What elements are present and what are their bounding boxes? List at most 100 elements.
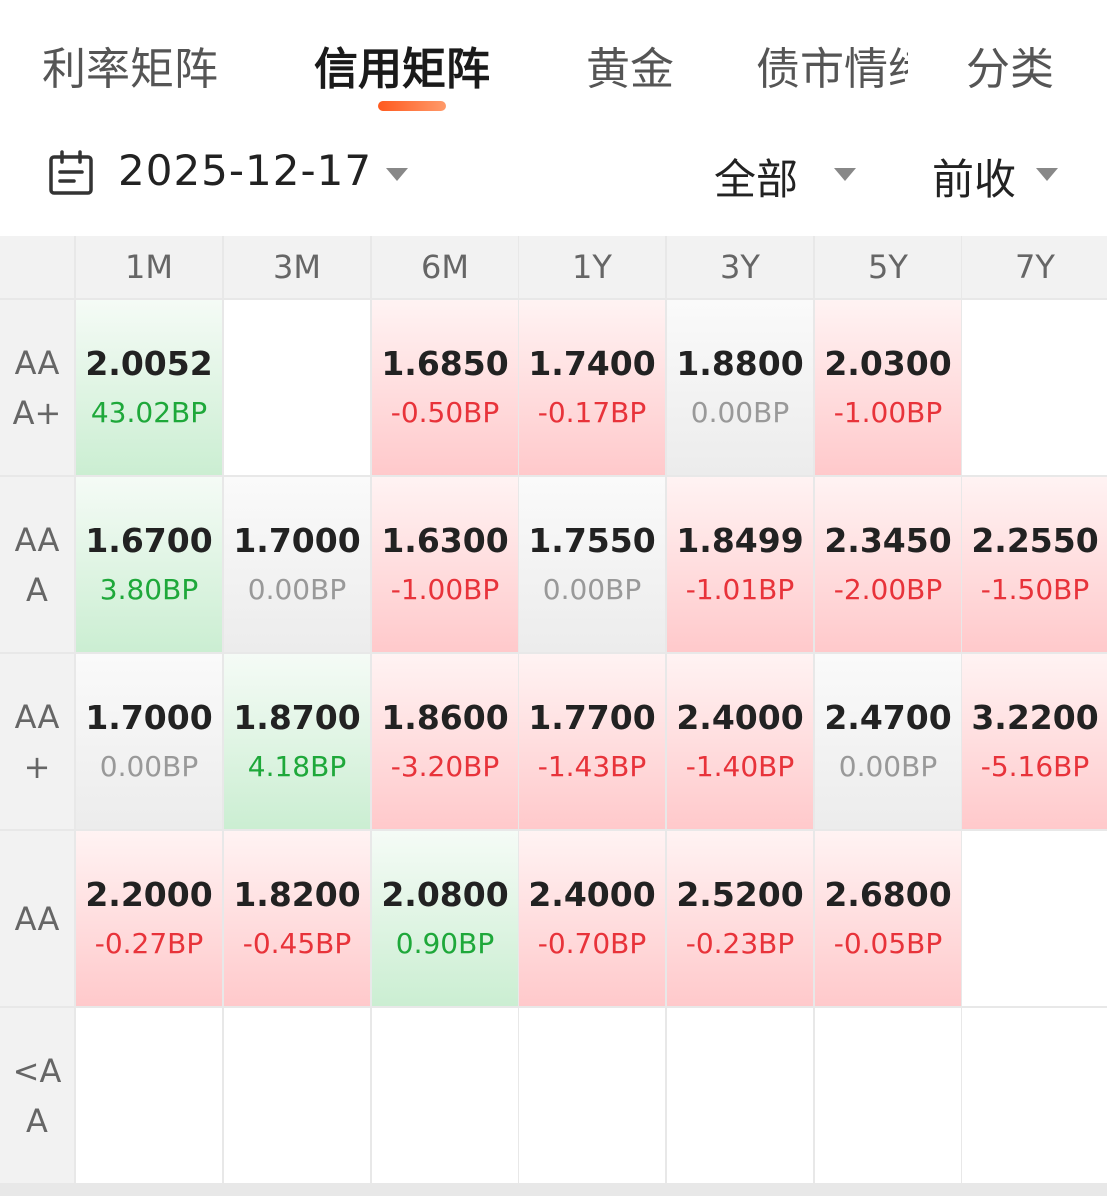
- yield-value: 2.5200: [676, 875, 804, 914]
- yield-change: -1.01BP: [685, 573, 795, 606]
- yield-change: -5.16BP: [980, 750, 1090, 783]
- matrix-cell-empty: [962, 300, 1107, 475]
- yield-value: 1.8499: [676, 521, 804, 560]
- scope-selector[interactable]: 全部: [714, 146, 798, 207]
- yield-value: 2.4000: [676, 698, 804, 737]
- yield-change: 43.02BP: [90, 396, 208, 429]
- matrix-cell-empty: [224, 300, 370, 475]
- compare-selector[interactable]: 前收: [932, 146, 1016, 207]
- compare-dropdown-caret-icon[interactable]: [1036, 168, 1058, 181]
- row-label: <AA: [0, 1008, 74, 1183]
- matrix-cell-empty: [815, 1008, 961, 1183]
- yield-change: -1.00BP: [833, 396, 943, 429]
- tab-credit-matrix[interactable]: 信用矩阵: [314, 40, 514, 100]
- yield-value: 1.7700: [528, 698, 656, 737]
- yield-value: 2.0800: [381, 875, 509, 914]
- matrix-cell[interactable]: 1.6850 -0.50BP: [372, 300, 518, 475]
- yield-change: 3.80BP: [99, 573, 199, 606]
- date-dropdown-caret-icon[interactable]: [386, 168, 408, 181]
- yield-change: -1.50BP: [980, 573, 1090, 606]
- yield-change: 0.00BP: [838, 750, 938, 783]
- yield-value: 1.8700: [233, 698, 361, 737]
- yield-change: -3.20BP: [390, 750, 500, 783]
- yield-change: -0.70BP: [537, 927, 647, 960]
- yield-value: 1.8600: [381, 698, 509, 737]
- column-header-5y: 5Y: [815, 236, 961, 298]
- tab-bar: 利率矩阵 信用矩阵 黄金 债市情绪 分类: [0, 0, 1107, 120]
- matrix-cell[interactable]: 1.7000 0.00BP: [224, 477, 370, 652]
- column-header-1y: 1Y: [519, 236, 665, 298]
- yield-value: 2.2000: [85, 875, 213, 914]
- row-label: AA: [0, 831, 74, 1006]
- matrix-cell[interactable]: 1.8600 -3.20BP: [372, 654, 518, 829]
- tab-category[interactable]: 分类: [966, 40, 1066, 100]
- matrix-cell-empty: [224, 1008, 370, 1183]
- matrix-cell-empty: [962, 1008, 1107, 1183]
- matrix-cell[interactable]: 2.0800 0.90BP: [372, 831, 518, 1006]
- matrix-cell[interactable]: 2.5200 -0.23BP: [667, 831, 813, 1006]
- matrix-cell-empty: [372, 1008, 518, 1183]
- matrix-cell[interactable]: 2.0052 43.02BP: [76, 300, 222, 475]
- yield-value: 1.7000: [233, 521, 361, 560]
- matrix-cell[interactable]: 1.8200 -0.45BP: [224, 831, 370, 1006]
- matrix-cell[interactable]: 2.2550 -1.50BP: [962, 477, 1107, 652]
- calendar-icon[interactable]: [48, 150, 94, 196]
- yield-change: -0.23BP: [685, 927, 795, 960]
- yield-change: -0.45BP: [242, 927, 352, 960]
- yield-matrix-grid: 1M 3M 6M 1Y 3Y 5Y 7Y AAA+ 2.0052 43.02BP 1.6850 -0.…: [0, 236, 1107, 1196]
- yield-change: -1.00BP: [390, 573, 500, 606]
- matrix-cell[interactable]: 2.4000 -1.40BP: [667, 654, 813, 829]
- matrix-cell-empty: [667, 1008, 813, 1183]
- active-tab-indicator: [378, 101, 446, 111]
- matrix-cell[interactable]: 1.8800 0.00BP: [667, 300, 813, 475]
- matrix-cell[interactable]: 1.8499 -1.01BP: [667, 477, 813, 652]
- matrix-cell[interactable]: 2.6800 -0.05BP: [815, 831, 961, 1006]
- matrix-cell[interactable]: 1.7700 -1.43BP: [519, 654, 665, 829]
- row-label: AAA: [0, 477, 74, 652]
- yield-change: -0.17BP: [537, 396, 647, 429]
- yield-value: 2.3450: [824, 521, 952, 560]
- matrix-cell[interactable]: 1.7000 0.00BP: [76, 654, 222, 829]
- column-header-3m: 3M: [224, 236, 370, 298]
- row-label: AAA+: [0, 300, 74, 475]
- row-label: AA+: [0, 654, 74, 829]
- yield-value: 2.4000: [528, 875, 656, 914]
- matrix-cell[interactable]: 1.7550 0.00BP: [519, 477, 665, 652]
- matrix-cell[interactable]: 1.8700 4.18BP: [224, 654, 370, 829]
- date-selector[interactable]: 2025-12-17: [118, 146, 372, 195]
- column-header-7y: 7Y: [962, 236, 1107, 298]
- yield-change: 0.90BP: [395, 927, 495, 960]
- yield-value: 1.6700: [85, 521, 213, 560]
- yield-change: -0.50BP: [390, 396, 500, 429]
- tab-gold[interactable]: 黄金: [586, 40, 686, 100]
- matrix-cell[interactable]: 2.3450 -2.00BP: [815, 477, 961, 652]
- yield-change: 0.00BP: [99, 750, 199, 783]
- yield-value: 1.8800: [676, 344, 804, 383]
- matrix-cell[interactable]: 2.4000 -0.70BP: [519, 831, 665, 1006]
- yield-change: 0.00BP: [247, 573, 347, 606]
- yield-value: 2.4700: [824, 698, 952, 737]
- yield-change: -2.00BP: [833, 573, 943, 606]
- matrix-cell[interactable]: 3.2200 -5.16BP: [962, 654, 1107, 829]
- column-header-3y: 3Y: [667, 236, 813, 298]
- matrix-cell[interactable]: 2.4700 0.00BP: [815, 654, 961, 829]
- yield-value: 1.6850: [381, 344, 509, 383]
- matrix-cell[interactable]: 1.6700 3.80BP: [76, 477, 222, 652]
- matrix-cell[interactable]: 2.0300 -1.00BP: [815, 300, 961, 475]
- scope-dropdown-caret-icon[interactable]: [834, 168, 856, 181]
- yield-value: 1.7000: [85, 698, 213, 737]
- matrix-cell[interactable]: 1.7400 -0.17BP: [519, 300, 665, 475]
- matrix-cell-empty: [519, 1008, 665, 1183]
- yield-change: -0.05BP: [833, 927, 943, 960]
- yield-value: 2.0300: [824, 344, 952, 383]
- tab-bond-sentiment[interactable]: 债市情绪: [756, 40, 908, 100]
- credit-matrix-panel: 利率矩阵 信用矩阵 黄金 债市情绪 分类 2025-12-17 全部 前收 1M…: [0, 0, 1107, 1196]
- yield-change: -1.40BP: [685, 750, 795, 783]
- matrix-cell[interactable]: 1.6300 -1.00BP: [372, 477, 518, 652]
- matrix-cell[interactable]: 2.2000 -0.27BP: [76, 831, 222, 1006]
- yield-change: 0.00BP: [690, 396, 790, 429]
- yield-value: 1.8200: [233, 875, 361, 914]
- matrix-corner: [0, 236, 74, 298]
- tab-rate-matrix[interactable]: 利率矩阵: [42, 40, 242, 100]
- yield-value: 1.6300: [381, 521, 509, 560]
